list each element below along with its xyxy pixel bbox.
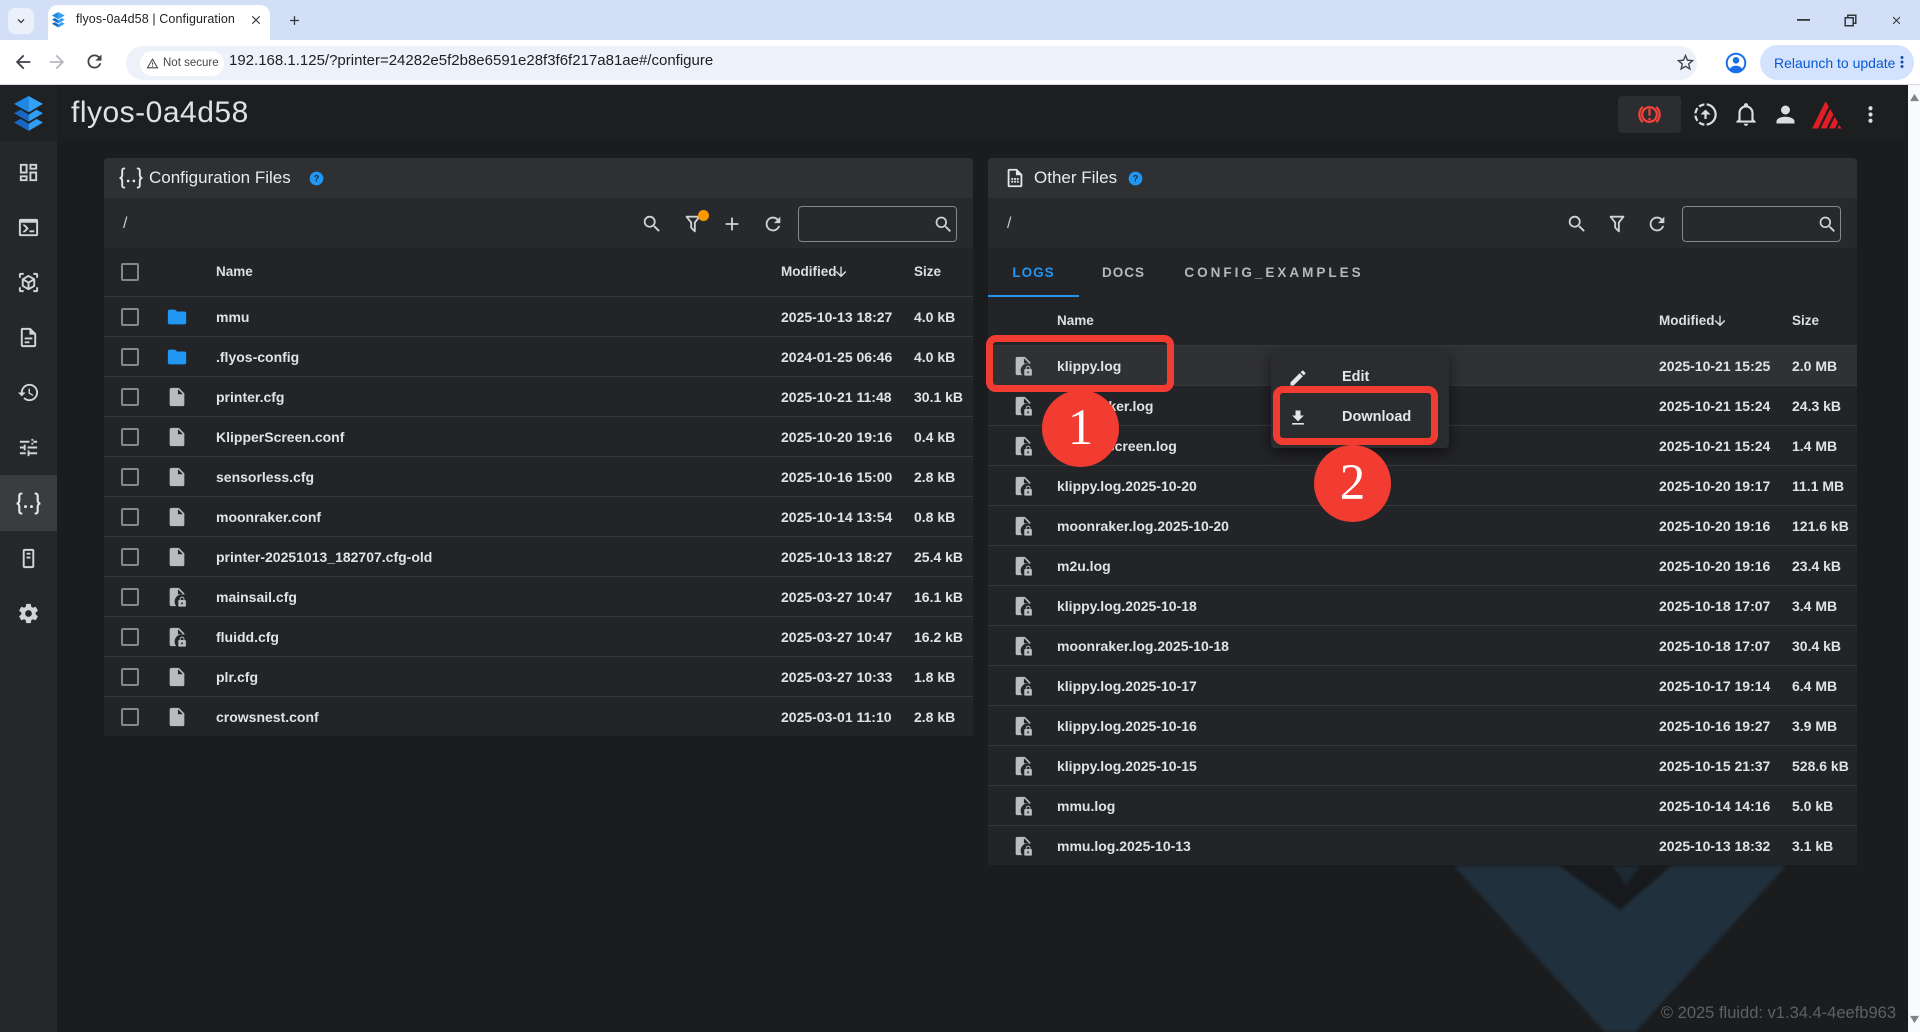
svg-text:?: ?	[1133, 174, 1138, 184]
svg-text:?: ?	[314, 174, 319, 184]
